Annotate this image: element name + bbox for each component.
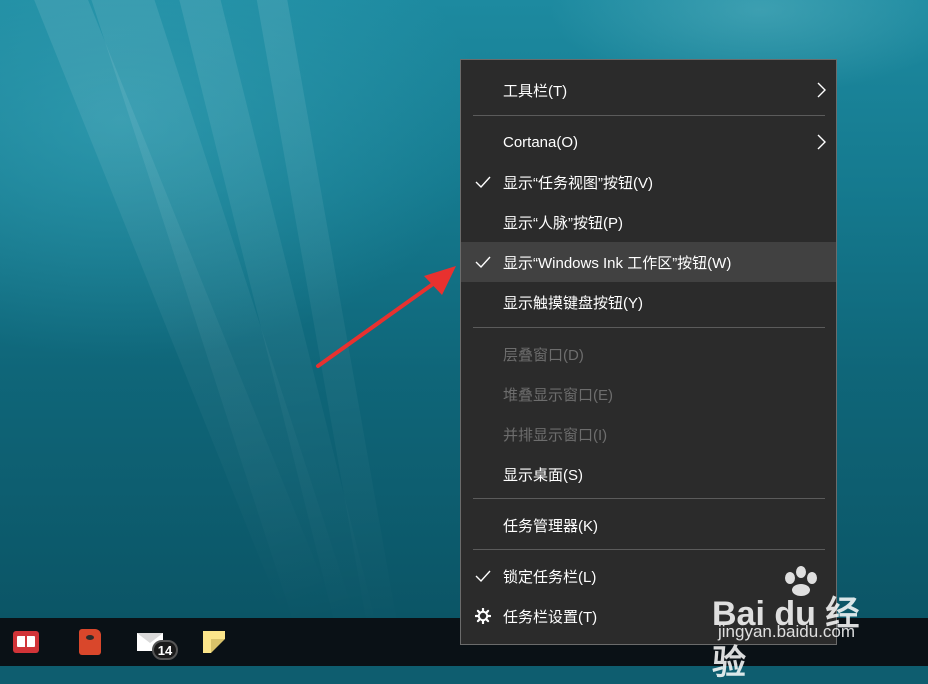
menu-item-label: 堆叠显示窗口(E) [503,386,613,404]
watermark-url: jingyan.baidu.com [718,622,856,641]
menu-separator [473,549,825,550]
checkmark-icon [475,570,491,583]
mail-unread-badge: 14 [152,640,178,660]
menu-separator [473,498,825,499]
menu-item-show-desktop[interactable]: 显示桌面(S) [461,454,836,494]
menu-separator [473,327,825,328]
menu-item-label: 锁定任务栏(L) [503,568,597,586]
chevron-right-icon [817,134,826,150]
reader-app-icon[interactable] [74,626,106,658]
menu-item-label: 显示桌面(S) [503,466,583,484]
menu-item-cortana[interactable]: Cortana(O) [461,122,836,162]
chevron-right-icon [817,82,826,98]
menu-item-label: 显示触摸键盘按钮(Y) [503,294,643,312]
baidu-jingyan-watermark: Bai du 经验 jingyan.baidu.com [712,566,892,682]
book-app-icon[interactable] [10,626,42,658]
menu-item-show-task-view[interactable]: 显示“任务视图”按钮(V) [461,162,836,202]
menu-item-toolbars[interactable]: 工具栏(T) [461,70,836,110]
menu-item-label: 显示“人脉”按钮(P) [503,214,623,232]
menu-item-show-windows-ink[interactable]: 显示“Windows Ink 工作区”按钮(W) [461,242,836,282]
gear-icon [475,608,491,624]
menu-separator [473,115,825,116]
menu-item-label: 显示“Windows Ink 工作区”按钮(W) [503,254,732,272]
menu-item-label: 任务管理器(K) [503,517,598,535]
menu-item-label: 工具栏(T) [503,82,568,100]
menu-item-label: 层叠窗口(D) [503,346,584,364]
menu-item-show-touch-keyboard[interactable]: 显示触摸键盘按钮(Y) [461,282,836,322]
taskbar-context-menu: 工具栏(T) Cortana(O) 显示“任务视图”按钮(V) 显示“人脉”按钮… [460,59,837,645]
menu-item-label: 任务栏设置(T) [503,608,598,626]
menu-item-show-people[interactable]: 显示“人脉”按钮(P) [461,202,836,242]
menu-item-label: 显示“任务视图”按钮(V) [503,174,653,192]
menu-item-task-manager[interactable]: 任务管理器(K) [461,505,836,545]
menu-item-side-by-side: 并排显示窗口(I) [461,414,836,454]
menu-item-label: 并排显示窗口(I) [503,426,608,444]
checkmark-icon [475,256,491,269]
checkmark-icon [475,176,491,189]
menu-item-stack-windows: 堆叠显示窗口(E) [461,374,836,414]
sticky-notes-icon[interactable] [198,626,230,658]
menu-item-label: Cortana(O) [503,133,579,151]
menu-item-cascade-windows: 层叠窗口(D) [461,334,836,374]
